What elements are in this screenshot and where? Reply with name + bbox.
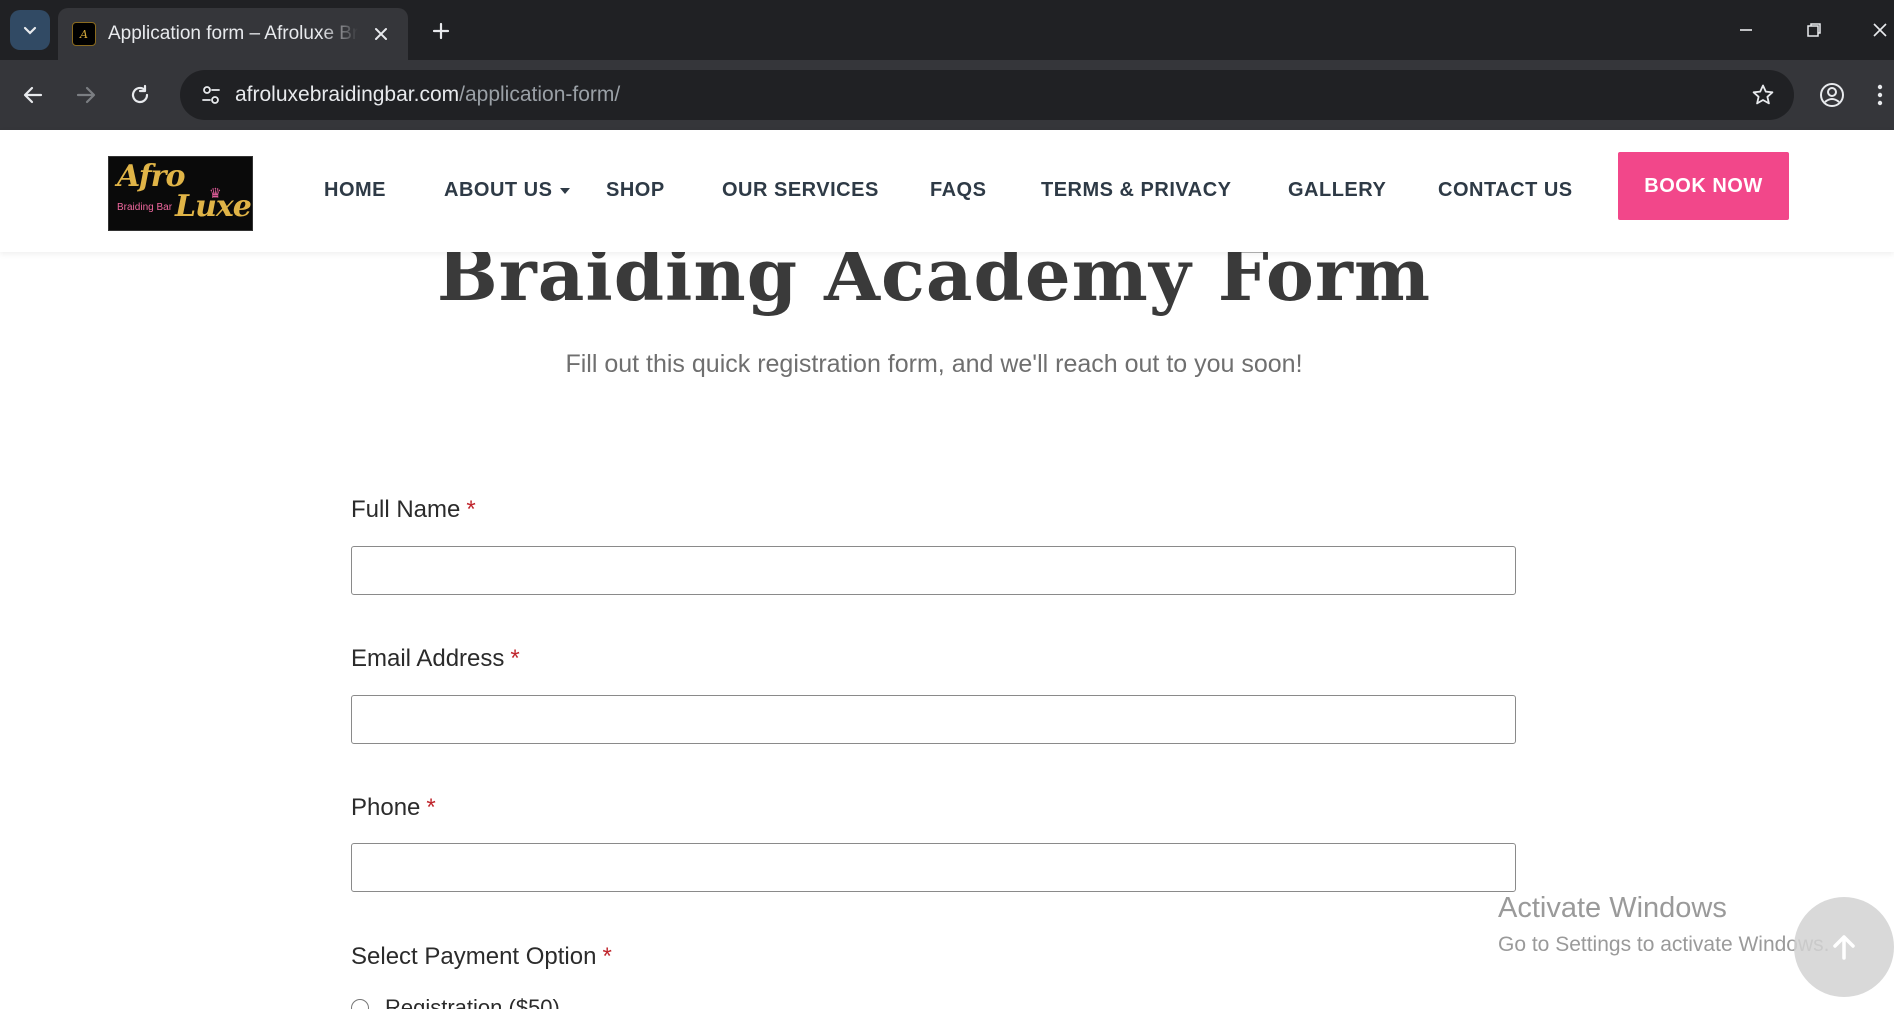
payment-option-label: Select Payment Option * [351, 943, 612, 971]
tab-search-button[interactable] [10, 10, 50, 50]
nav-our-services[interactable]: OUR SERVICES [722, 179, 879, 202]
browser-tab-active[interactable]: A Application form – Afroluxe Braiding B… [58, 8, 408, 60]
nav-contact-us[interactable]: CONTACT US [1438, 179, 1573, 202]
reload-icon [131, 84, 149, 104]
site-info-button[interactable] [194, 78, 228, 112]
reload-button[interactable] [120, 75, 160, 115]
required-marker: * [466, 496, 476, 523]
close-icon [1873, 23, 1887, 37]
arrow-right-icon [76, 86, 96, 104]
more-vertical-icon [1877, 84, 1883, 106]
url-host: afroluxebraidingbar.com [235, 83, 460, 106]
full-name-label: Full Name * [351, 496, 476, 524]
scroll-to-top-button[interactable] [1794, 897, 1894, 997]
phone-label-text: Phone [351, 794, 421, 821]
email-label: Email Address * [351, 645, 520, 673]
payment-option-label-text: Select Payment Option [351, 943, 597, 970]
logo-tagline: Braiding Bar [117, 202, 173, 213]
site-header: Afro Braiding Bar ♛ Luxe HOME ABOUT US S… [0, 130, 1894, 252]
email-label-text: Email Address [351, 645, 505, 672]
book-now-button[interactable]: BOOK NOW [1618, 152, 1789, 220]
browser-tab-strip: A Application form – Afroluxe Braiding B… [0, 0, 1894, 60]
minimize-button[interactable] [1728, 12, 1764, 48]
full-name-input[interactable] [351, 546, 1516, 595]
site-favicon: A [72, 22, 96, 46]
site-logo[interactable]: Afro Braiding Bar ♛ Luxe [108, 156, 253, 231]
nav-about-us-label: ABOUT US [444, 179, 553, 201]
tab-close-button[interactable] [368, 21, 394, 47]
tune-icon [202, 86, 220, 104]
nav-home[interactable]: HOME [324, 179, 386, 202]
radio-button[interactable] [351, 999, 369, 1009]
profile-icon [1820, 83, 1844, 107]
forward-button[interactable] [66, 75, 106, 115]
restore-button[interactable] [1796, 12, 1832, 48]
payment-option-label-registration: Registration ($50) [385, 995, 560, 1009]
minimize-icon [1740, 29, 1752, 31]
required-marker: * [510, 645, 520, 672]
plus-icon [432, 22, 450, 40]
star-icon [1752, 84, 1774, 105]
profile-button[interactable] [1812, 75, 1852, 115]
phone-label: Phone * [351, 794, 436, 822]
arrow-up-icon [1833, 935, 1855, 960]
chevron-down-icon [23, 26, 37, 35]
browser-menu-button[interactable] [1866, 75, 1894, 115]
browser-toolbar: afroluxebraidingbar.com/application-form… [0, 60, 1894, 130]
url-text[interactable]: afroluxebraidingbar.com/application-form… [235, 83, 620, 107]
url-path: /application-form/ [459, 83, 621, 106]
bookmark-button[interactable] [1748, 80, 1778, 110]
restore-icon [1807, 23, 1821, 37]
new-tab-button[interactable] [424, 14, 458, 48]
logo-line2: Luxe [175, 189, 252, 224]
email-input[interactable] [351, 695, 1516, 744]
activate-windows-watermark: Activate Windows Go to Settings to activ… [1498, 892, 1830, 957]
nav-terms-privacy[interactable]: TERMS & PRIVACY [1041, 179, 1231, 202]
back-button[interactable] [13, 75, 53, 115]
full-name-label-text: Full Name [351, 496, 461, 523]
required-marker: * [426, 794, 436, 821]
activate-windows-title: Activate Windows [1498, 892, 1727, 924]
payment-option-registration[interactable]: Registration ($50) [351, 995, 560, 1009]
page-subtitle: Fill out this quick registration form, a… [565, 350, 1303, 378]
nav-about-us[interactable]: ABOUT US [444, 179, 571, 202]
nav-gallery[interactable]: GALLERY [1288, 179, 1386, 202]
nav-faqs[interactable]: FAQS [930, 179, 986, 202]
nav-shop[interactable]: SHOP [606, 179, 665, 202]
close-window-button[interactable] [1866, 12, 1894, 48]
close-icon [375, 28, 387, 40]
tab-title: Application form – Afroluxe Braiding Bar [108, 23, 358, 44]
arrow-left-icon [23, 86, 43, 104]
required-marker: * [602, 943, 612, 970]
phone-input[interactable] [351, 843, 1516, 892]
caret-down-icon [560, 187, 571, 194]
address-bar[interactable]: afroluxebraidingbar.com/application-form… [180, 70, 1794, 120]
activate-windows-subtitle: Go to Settings to activate Windows. [1498, 933, 1830, 956]
